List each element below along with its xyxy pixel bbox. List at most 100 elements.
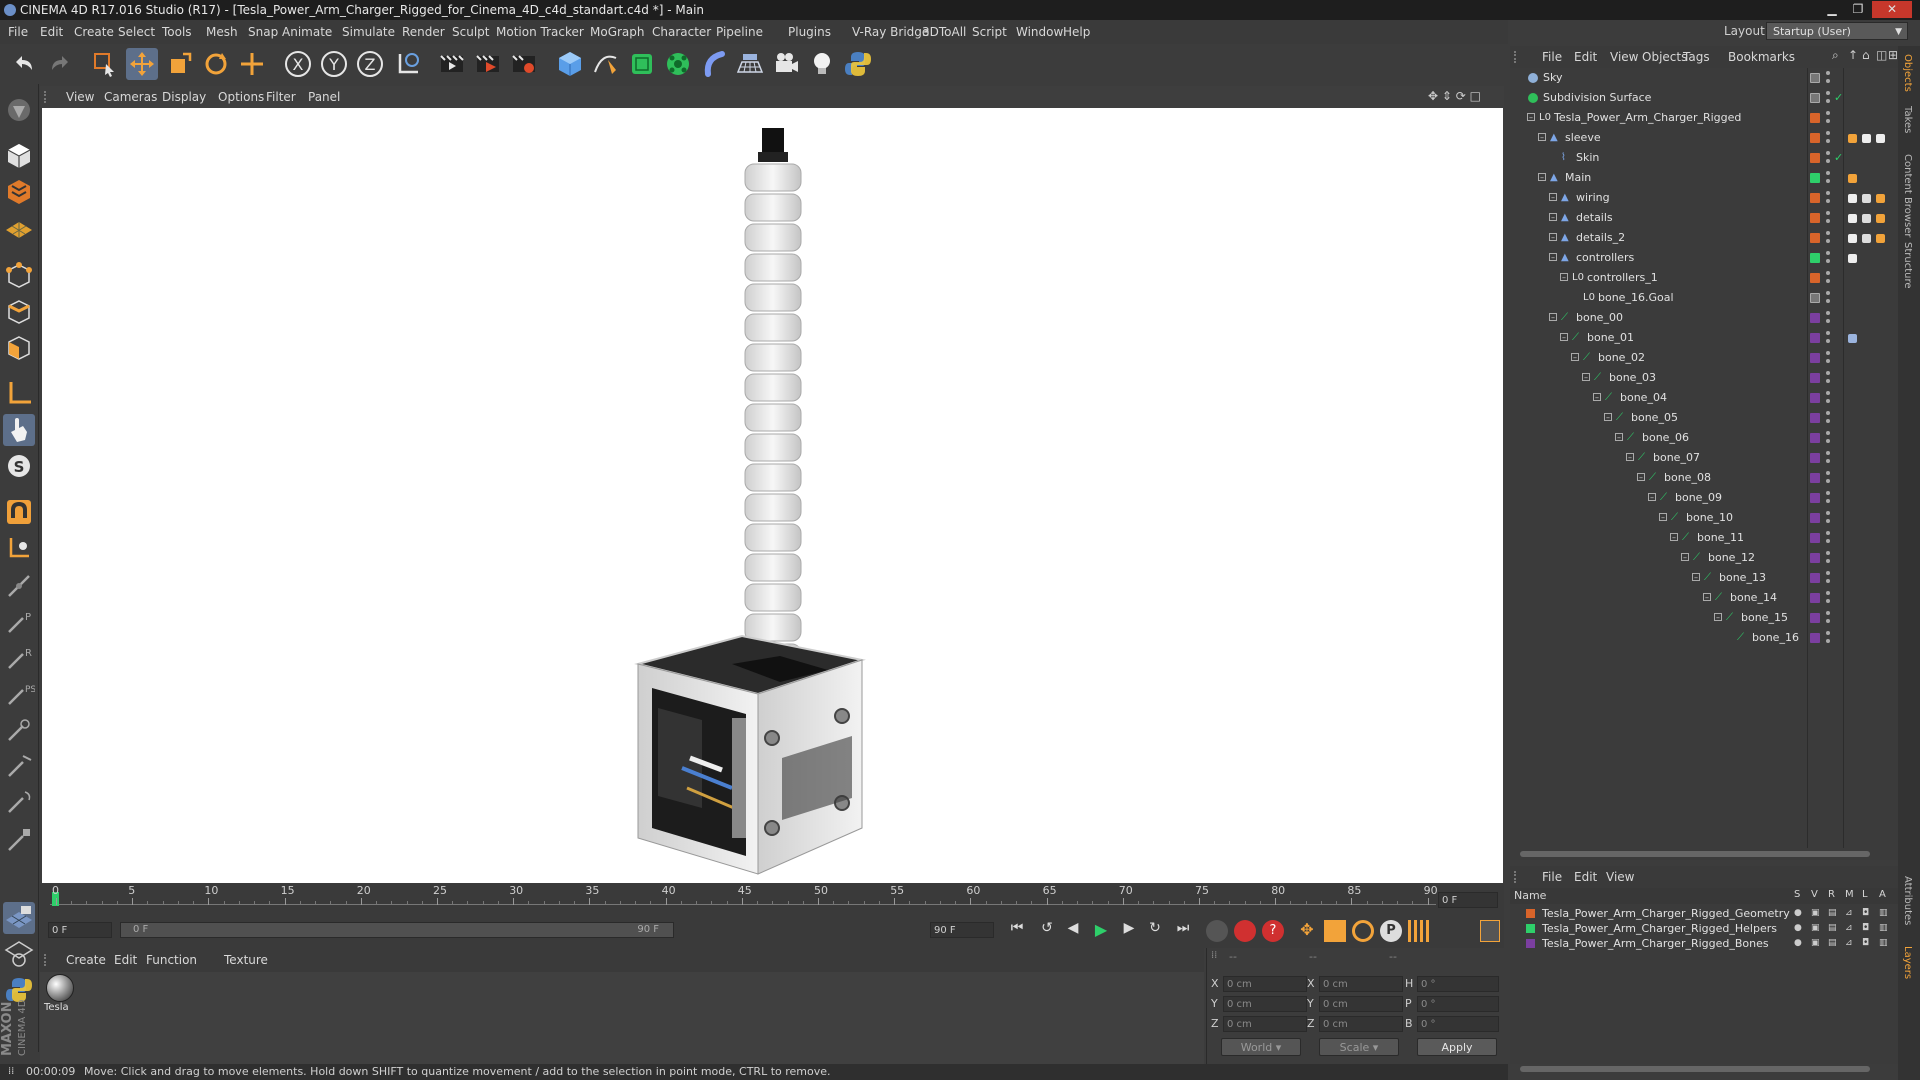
object-tag-icon[interactable] <box>1876 134 1885 143</box>
visibility-toggle-icon[interactable]: ▣ <box>1811 906 1820 921</box>
object-menu-view[interactable]: View <box>1610 46 1638 68</box>
planar-workplane-button[interactable] <box>3 938 35 970</box>
object-row[interactable]: – ⟋ bone_07 <box>1510 448 1898 468</box>
object-row[interactable]: – ⟋ bone_12 <box>1510 548 1898 568</box>
z-axis-lock-button[interactable]: Z <box>354 48 386 80</box>
object-tag-icon[interactable] <box>1848 134 1857 143</box>
object-row[interactable]: – ⟋ bone_11 <box>1510 528 1898 548</box>
object-tag-icon[interactable] <box>1862 214 1871 223</box>
object-row[interactable]: – ⟋ bone_10 <box>1510 508 1898 528</box>
editor-visibility-dot[interactable] <box>1826 151 1830 155</box>
render-visibility-dot[interactable] <box>1826 639 1830 643</box>
object-row[interactable]: – ⟋ bone_04 <box>1510 388 1898 408</box>
object-row[interactable]: – ⟋ bone_00 <box>1510 308 1898 328</box>
pan-icon[interactable]: ✥ <box>1428 89 1438 103</box>
enabled-check-icon[interactable]: ✓ <box>1834 88 1843 108</box>
timeline-layout-icon[interactable] <box>1480 920 1500 942</box>
subdivision-surface-button[interactable] <box>626 48 658 80</box>
key-position-icon[interactable]: ✥ <box>1296 920 1318 942</box>
render-visibility-dot[interactable] <box>1826 159 1830 163</box>
object-row[interactable]: – ⟋ bone_06 <box>1510 428 1898 448</box>
layer-color-swatch[interactable] <box>1810 153 1820 163</box>
manager-toggle-icon[interactable]: ⊿ <box>1845 921 1853 936</box>
collapse-toggle-icon[interactable]: – <box>1582 373 1590 382</box>
layer-flag-l-column[interactable]: L <box>1862 889 1868 900</box>
collapse-toggle-icon[interactable]: – <box>1648 493 1656 502</box>
object-menu-file[interactable]: File <box>1542 46 1562 68</box>
menu-character[interactable]: Character <box>652 20 711 44</box>
object-row[interactable]: – ⟋ bone_13 <box>1510 568 1898 588</box>
object-tag-icon[interactable] <box>1848 234 1857 243</box>
object-tag-icon[interactable] <box>1848 334 1857 343</box>
play-icon[interactable]: ▶ <box>1090 920 1112 942</box>
editor-visibility-dot[interactable] <box>1826 471 1830 475</box>
layer-color-swatch[interactable] <box>1810 393 1820 403</box>
ik-tool-button[interactable] <box>3 570 35 602</box>
editor-visibility-dot[interactable] <box>1826 251 1830 255</box>
object-menu-tags[interactable]: Tags <box>1683 46 1710 68</box>
object-row[interactable]: – ▲ details <box>1510 208 1898 228</box>
animation-toggle-icon[interactable]: ▥ <box>1879 921 1888 936</box>
y-axis-lock-button[interactable]: Y <box>318 48 350 80</box>
collapse-toggle-icon[interactable]: – <box>1615 433 1623 442</box>
current-frame-readout[interactable]: 0 F <box>1438 892 1498 908</box>
x-axis-lock-button[interactable]: X <box>282 48 314 80</box>
collapse-toggle-icon[interactable]: – <box>1692 573 1700 582</box>
collapse-toggle-icon[interactable]: – <box>1549 253 1557 262</box>
render-visibility-dot[interactable] <box>1826 79 1830 83</box>
render-visibility-dot[interactable] <box>1826 179 1830 183</box>
render-visibility-dot[interactable] <box>1826 479 1830 483</box>
collapse-toggle-icon[interactable]: – <box>1538 133 1546 142</box>
render-visibility-dot[interactable] <box>1826 399 1830 403</box>
deformer-bend-button[interactable] <box>698 48 730 80</box>
menu-sculpt[interactable]: Sculpt <box>452 20 489 44</box>
next-frame-icon[interactable]: ▶ <box>1118 920 1140 942</box>
menu-select[interactable]: Select <box>118 20 155 44</box>
character-tool-button[interactable] <box>3 750 35 782</box>
layer-color-swatch[interactable] <box>1810 373 1820 383</box>
layer-color-swatch[interactable] <box>1810 513 1820 523</box>
object-tag-icon[interactable] <box>1862 194 1871 203</box>
visibility-toggle-icon[interactable]: ▣ <box>1811 921 1820 936</box>
viewport-menu-cameras[interactable]: Cameras <box>104 86 157 108</box>
layer-row[interactable]: Tesla_Power_Arm_Charger_Rigged_Helpers ● ▣… <box>1510 921 1898 936</box>
3d-viewport[interactable] <box>42 108 1503 883</box>
layer-menu-edit[interactable]: Edit <box>1574 866 1597 888</box>
viewport-menu-display[interactable]: Display <box>162 86 206 108</box>
edges-mode-button[interactable] <box>3 296 35 328</box>
layer-color-swatch[interactable] <box>1810 193 1820 203</box>
lock-workplane-button[interactable] <box>3 902 35 934</box>
solo-toggle-icon[interactable]: ● <box>1794 921 1802 936</box>
editor-visibility-dot[interactable] <box>1826 331 1830 335</box>
render-visibility-dot[interactable] <box>1826 299 1830 303</box>
paint-tool-button[interactable] <box>3 824 35 856</box>
layer-flag-a-column[interactable]: A <box>1879 889 1886 900</box>
autokey-icon[interactable] <box>1234 920 1256 942</box>
coord-p-field[interactable]: 0 ° <box>1417 996 1499 1012</box>
lock-toggle-icon[interactable]: ◘ <box>1862 921 1869 936</box>
collapse-toggle-icon[interactable]: – <box>1571 353 1579 362</box>
texture-mode-button[interactable] <box>3 176 35 208</box>
collapse-toggle-icon[interactable]: – <box>1549 233 1557 242</box>
rotate-tool-button[interactable] <box>200 48 232 80</box>
cmotion-tool-button[interactable] <box>3 786 35 818</box>
layer-menu-file[interactable]: File <box>1542 866 1562 888</box>
layer-color-swatch[interactable] <box>1810 493 1820 503</box>
render-toggle-icon[interactable]: ▤ <box>1828 906 1837 921</box>
redo-button[interactable] <box>44 48 76 80</box>
render-visibility-dot[interactable] <box>1826 359 1830 363</box>
keyframe-selection-icon[interactable]: ? <box>1262 920 1284 942</box>
object-row[interactable]: Subdivision Surface ✓ <box>1510 88 1898 108</box>
layer-flag-v-column[interactable]: V <box>1811 889 1818 900</box>
render-visibility-dot[interactable] <box>1826 339 1830 343</box>
menu-help[interactable]: Help <box>1063 20 1090 44</box>
render-visibility-dot[interactable] <box>1826 599 1830 603</box>
coord-x-field[interactable]: 0 cm <box>1319 976 1403 992</box>
side-tab-objects[interactable]: Objects <box>1902 54 1913 92</box>
layer-color-swatch[interactable] <box>1810 233 1820 243</box>
object-row[interactable]: – ⟋ bone_02 <box>1510 348 1898 368</box>
object-tag-icon[interactable] <box>1848 194 1857 203</box>
add-panel-icon[interactable]: ⊞ <box>1888 48 1898 62</box>
next-key-icon[interactable]: ↻ <box>1144 920 1166 942</box>
recent-tools-button[interactable] <box>236 48 268 80</box>
